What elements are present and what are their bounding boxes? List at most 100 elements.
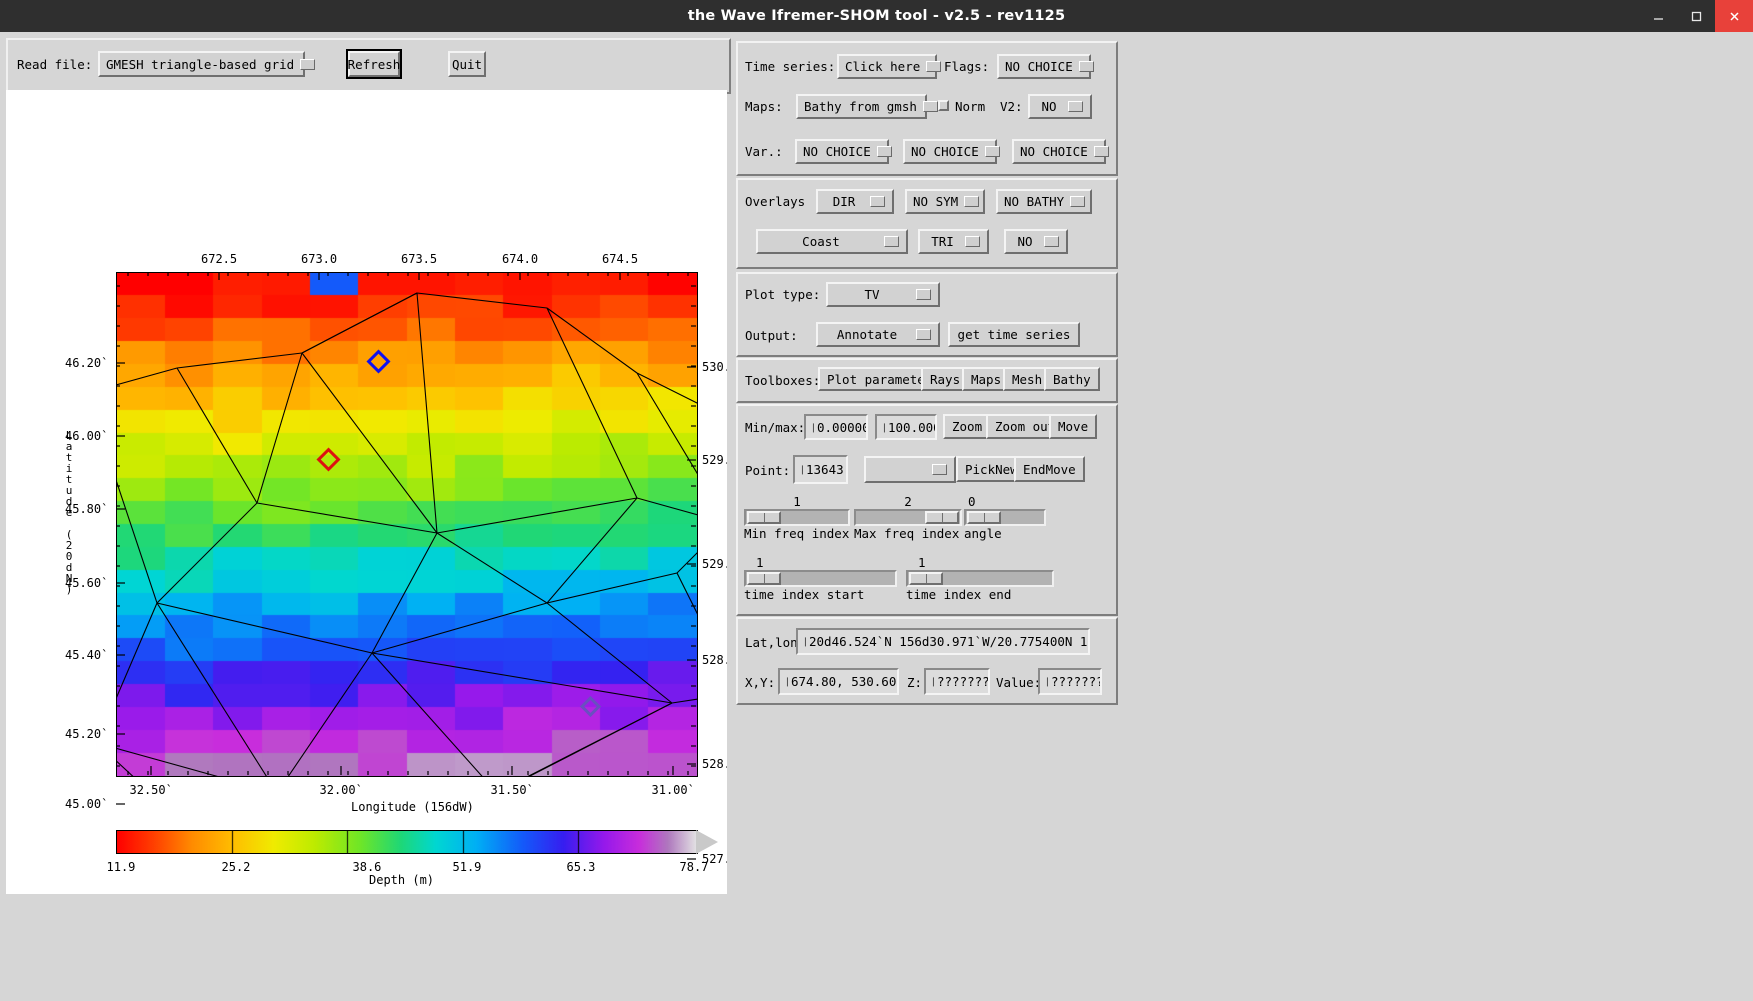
- v2-dropdown[interactable]: NO: [1028, 94, 1092, 119]
- bathymetry-map[interactable]: [116, 272, 698, 777]
- value-field[interactable]: ❘ ???????: [1038, 668, 1102, 695]
- close-button[interactable]: [1715, 0, 1753, 32]
- y-left-tick-5: 45.20`: [65, 727, 109, 741]
- move-label: Move: [1058, 419, 1089, 434]
- move-button[interactable]: Move: [1049, 414, 1098, 439]
- minimize-button[interactable]: [1639, 0, 1677, 32]
- max-value-field[interactable]: ❘ 100.000: [875, 414, 937, 440]
- slider-thumb[interactable]: [747, 572, 781, 585]
- chevron-down-icon: [1044, 236, 1059, 247]
- get-time-series-label: get time series: [957, 327, 1071, 342]
- toolboxes-label: Toolboxes:: [745, 373, 821, 388]
- overlay-sym-dropdown[interactable]: NO SYM: [905, 189, 985, 214]
- latlon-field[interactable]: ❘ 20d46.524`N 156d30.971`W/20.775400N 15…: [796, 628, 1090, 655]
- slider-thumb[interactable]: [925, 511, 959, 524]
- x-bottom-tick-3: 31.00`: [651, 783, 695, 797]
- y-right-tick-4: 528.0: [702, 757, 727, 771]
- plot-type-value: TV: [864, 287, 880, 302]
- max-value: 100.000: [888, 419, 937, 435]
- slider-thumb[interactable]: [909, 572, 943, 585]
- plot-type-dropdown[interactable]: TV: [826, 282, 940, 307]
- chevron-down-icon: [300, 58, 316, 70]
- flags-value: NO CHOICE: [1005, 59, 1073, 74]
- var1-dropdown[interactable]: NO CHOICE: [795, 139, 892, 164]
- plot-canvas-area[interactable]: x (km) Bottom topography 672.5 673.0 673…: [6, 90, 727, 894]
- z-value: ???????: [937, 674, 990, 689]
- overlay-tri-dropdown[interactable]: TRI: [918, 229, 989, 254]
- toolbox-bathy-button[interactable]: Bathy: [1044, 367, 1100, 391]
- quit-button[interactable]: Quit: [448, 51, 486, 77]
- slider-max-freq-caption: Max freq index: [854, 526, 960, 541]
- overlay-bathy-dropdown[interactable]: NO BATHY: [996, 189, 1092, 214]
- xy-field[interactable]: ❘ 674.80, 530.60: [778, 668, 899, 695]
- chevron-down-icon: [870, 196, 885, 207]
- chevron-down-icon: [922, 101, 938, 112]
- chevron-down-icon: [964, 196, 980, 207]
- y-right-tick-2: 529.0: [702, 557, 727, 571]
- point-field[interactable]: ❘ 13643: [793, 455, 848, 484]
- slider-time-end-value: 1: [918, 555, 926, 570]
- text-caret-icon: ❘: [881, 420, 888, 434]
- file-type-dropdown[interactable]: GMESH triangle-based grid: [98, 51, 316, 77]
- refresh-button[interactable]: Refresh: [348, 51, 400, 77]
- overlay-coast-value: Coast: [802, 234, 840, 249]
- file-toolbar: Read file: GMESH triangle-based grid Ref…: [6, 38, 731, 94]
- slider-time-end-track[interactable]: [906, 570, 1054, 587]
- latlon-value: 20d46.524`N 156d30.971`W/20.775400N 156.…: [809, 634, 1088, 649]
- chevron-down-icon: [1070, 196, 1086, 207]
- slider-min-freq-track[interactable]: [744, 509, 850, 526]
- zoom-button[interactable]: Zoom: [943, 414, 992, 439]
- chevron-down-icon: [932, 464, 947, 475]
- slider-time-index-start[interactable]: 1 time index start: [744, 555, 897, 602]
- overlay-sym-value: NO SYM: [913, 194, 959, 209]
- var2-value: NO CHOICE: [911, 144, 979, 159]
- point-select-dropdown[interactable]: [864, 456, 956, 483]
- end-move-button[interactable]: EndMove: [1014, 456, 1085, 482]
- var1-value: NO CHOICE: [803, 144, 871, 159]
- output-value: Annotate: [836, 327, 898, 342]
- overlay-dir-dropdown[interactable]: DIR: [816, 189, 894, 214]
- flags-label: Flags:: [944, 59, 990, 74]
- overlay-coast-dropdown[interactable]: Coast: [756, 229, 908, 254]
- var3-dropdown[interactable]: NO CHOICE: [1012, 139, 1109, 164]
- slider-angle[interactable]: 0 angle: [964, 494, 1046, 541]
- x-bottom-tick-1: 32.00`: [319, 783, 363, 797]
- toolbox-rays-label: Rays: [930, 371, 961, 387]
- y-left-tick-4: 45.40`: [65, 648, 109, 662]
- text-caret-icon: ❘: [1044, 675, 1051, 688]
- maximize-button[interactable]: [1677, 0, 1715, 32]
- get-time-series-button[interactable]: get time series: [948, 322, 1080, 347]
- colorbar-tick-4: 65.3: [566, 860, 596, 874]
- norm-checkbox[interactable]: [938, 100, 949, 111]
- time-series-dropdown[interactable]: Click here: [837, 54, 942, 79]
- window-title: the Wave Ifremer-SHOM tool - v2.5 - rev1…: [687, 8, 1066, 24]
- slider-thumb[interactable]: [747, 511, 781, 524]
- slider-min-freq-index[interactable]: 1 Min freq index: [744, 494, 850, 541]
- slider-time-start-track[interactable]: [744, 570, 897, 587]
- y-left-tick-6: 45.00`: [65, 797, 109, 811]
- overlay-tri-value: TRI: [931, 234, 954, 249]
- slider-max-freq-index[interactable]: 2 Max freq index: [854, 494, 962, 541]
- overlay-no-dropdown[interactable]: NO: [1004, 229, 1068, 254]
- xy-value: 674.80, 530.60: [791, 674, 897, 689]
- slider-thumb[interactable]: [967, 511, 1001, 524]
- text-caret-icon: ❘: [784, 675, 791, 688]
- output-dropdown[interactable]: Annotate: [816, 322, 940, 347]
- var2-dropdown[interactable]: NO CHOICE: [903, 139, 1000, 164]
- chevron-down-icon: [876, 146, 892, 157]
- x-top-tick-0: 672.5: [201, 252, 238, 266]
- z-field[interactable]: ❘ ???????: [924, 668, 990, 695]
- maps-dropdown[interactable]: Bathy from gmsh: [796, 94, 938, 119]
- min-value-field[interactable]: ❘ 0.00000: [804, 414, 868, 440]
- x-axis-label: Longitude (156dW): [351, 800, 474, 814]
- zoom-label: Zoom: [952, 419, 983, 434]
- slider-angle-track[interactable]: [964, 509, 1046, 526]
- slider-max-freq-track[interactable]: [854, 509, 962, 526]
- value-value: ???????: [1051, 674, 1102, 689]
- slider-time-index-end[interactable]: 1 time index end: [906, 555, 1054, 602]
- flags-dropdown[interactable]: NO CHOICE: [997, 54, 1094, 79]
- chevron-down-icon: [984, 146, 1000, 157]
- v2-value: NO: [1041, 99, 1057, 114]
- colorbar-tick-3: 51.9: [452, 860, 482, 874]
- y-right-tick-0: 530.0: [702, 360, 727, 374]
